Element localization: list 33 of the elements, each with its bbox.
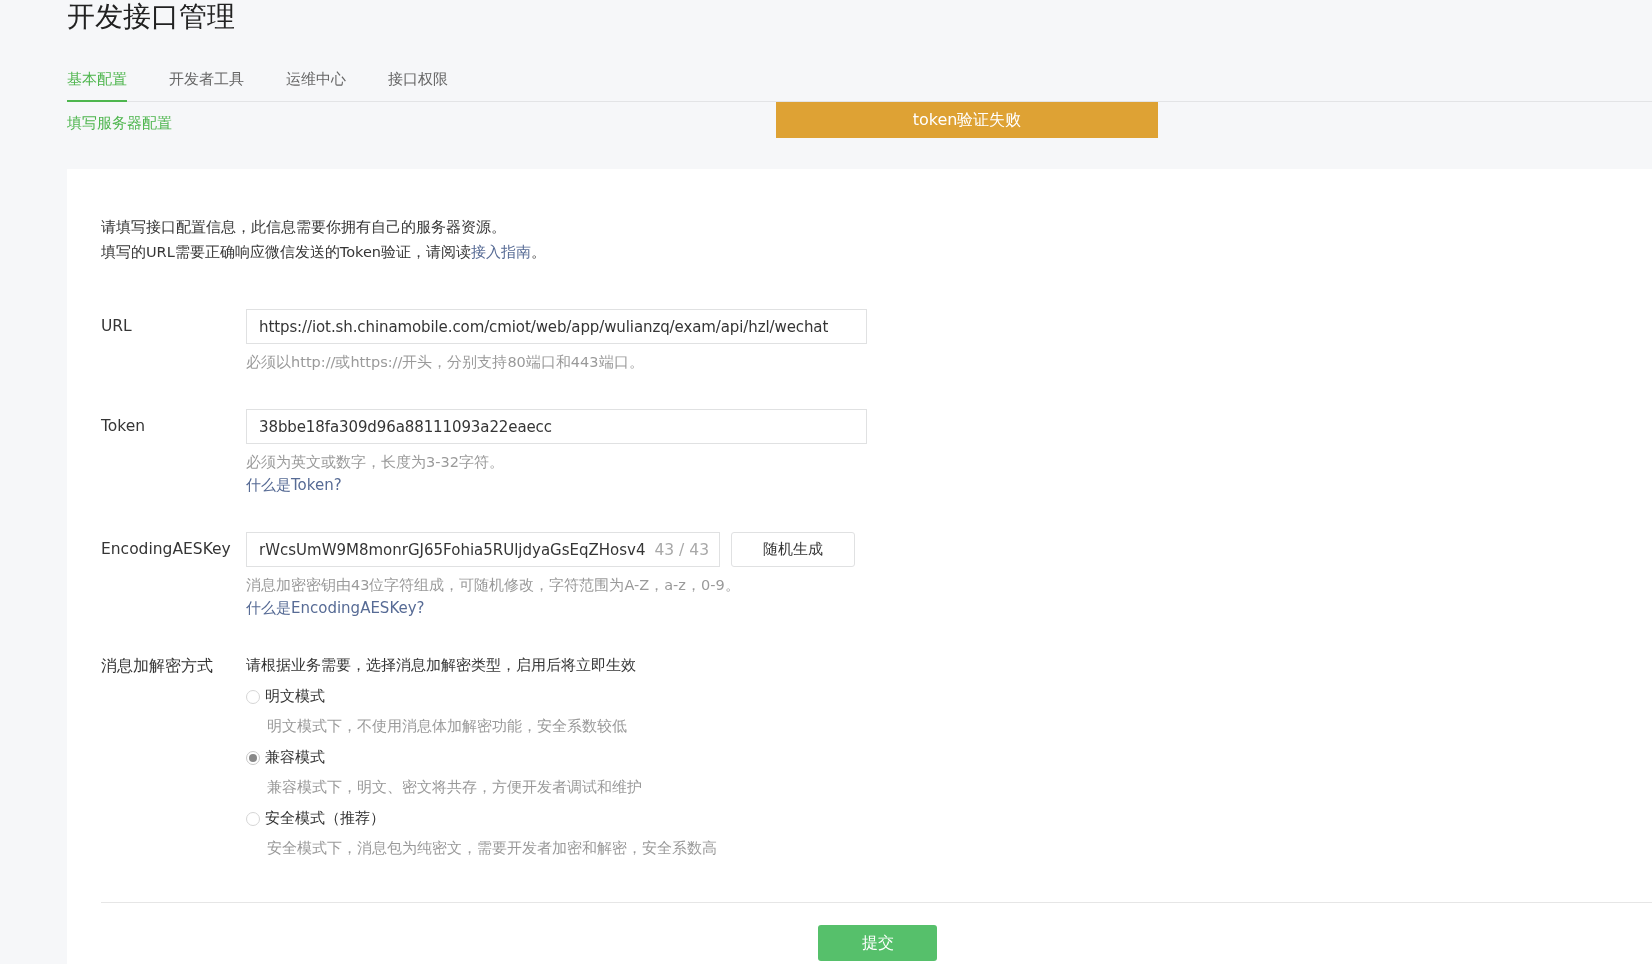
intro-text: 填写的URL需要正确响应微信发送的Token验证，请阅读 — [101, 244, 472, 260]
guide-link[interactable]: 接入指南 — [471, 244, 532, 260]
field-label: URL — [101, 316, 133, 337]
tab[interactable]: 开发者工具 — [169, 68, 244, 100]
intro-text: 。 — [531, 244, 547, 260]
input-field[interactable]: https://iot.sh.chinamobile.com/cmiot/web/app/wulianzq/exam/api/hzl/wechat — [246, 309, 867, 344]
radio-label[interactable]: 明文模式 — [265, 687, 325, 706]
generate-button[interactable]: 随机生成 — [731, 532, 855, 567]
tab[interactable]: 接口权限 — [388, 68, 448, 100]
hint-text: 必须以http://或https://开头，分别支持80端口和443端口。 — [246, 353, 645, 372]
field-label: Token — [101, 416, 147, 437]
option-description: 明文模式下，不使用消息体加解密功能，安全系数较低 — [267, 717, 628, 736]
encryption-intro: 请根据业务需要，选择消息加解密类型，启用后将立即生效 — [246, 655, 637, 675]
hint-text: 必须为英文或数字，长度为3-32字符。 — [246, 453, 505, 472]
input-field[interactable]: 38bbe18fa309d96a88111093a22eaecc — [246, 409, 867, 444]
error-toast: token验证失败 — [776, 102, 1158, 138]
help-link[interactable]: 什么是EncodingAESKey? — [246, 599, 855, 618]
input-field[interactable]: rWcsUmW9M8monrGJ65Fohia5RUljdyaGsEqZHosv4 43 / 43 — [246, 532, 720, 567]
intro-text: 请填写接口配置信息，此信息需要你拥有自己的服务器资源。 — [101, 218, 507, 237]
tab[interactable]: 运维中心 — [286, 68, 346, 100]
hint-text: 消息加密密钥由43位字符组成，可随机修改，字符范围为A-Z，a-z，0-9。 — [246, 576, 741, 595]
field-label: 消息加解密方式 — [101, 656, 214, 677]
radio-label[interactable]: 安全模式（推荐） — [265, 809, 385, 828]
radio-button[interactable] — [246, 811, 260, 826]
radio-label[interactable]: 兼容模式 — [265, 748, 325, 767]
character-counter: 43 / 43 — [654, 540, 709, 559]
option-description: 安全模式下，消息包为纯密文，需要开发者加密和解密，安全系数高 — [267, 839, 717, 858]
radio-button[interactable] — [246, 689, 260, 704]
option-description: 兼容模式下，明文、密文将共存，方便开发者调试和维护 — [267, 778, 643, 797]
page-title: 开发接口管理 — [67, 0, 236, 34]
help-link[interactable]: 什么是Token? — [246, 476, 867, 495]
field-label: EncodingAESKey — [101, 539, 232, 560]
radio-button[interactable] — [246, 750, 260, 765]
